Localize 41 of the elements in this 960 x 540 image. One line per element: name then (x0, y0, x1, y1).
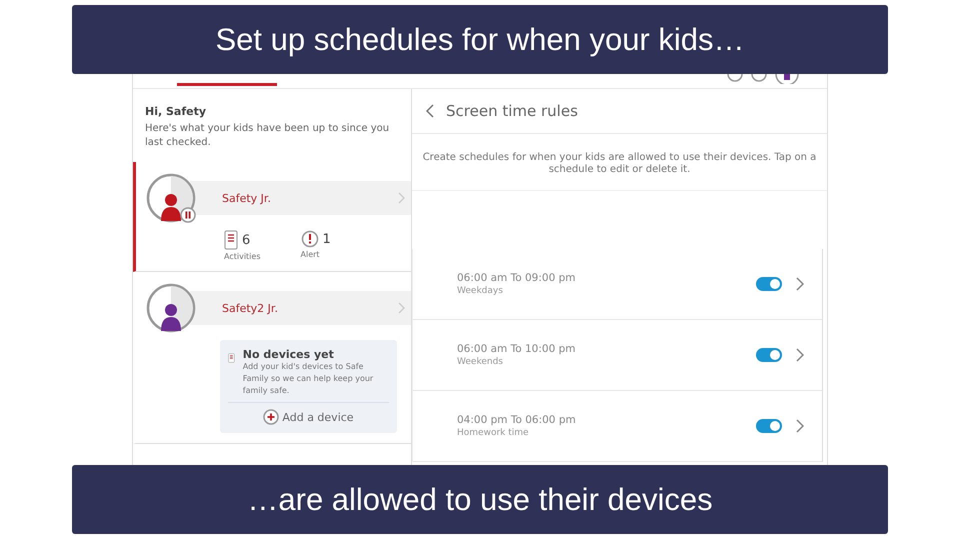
empty-text: Add your kid's devices to Safe Family so we can help keep your family safe. (242, 361, 374, 397)
alert-icon (300, 230, 318, 248)
chevron-icon (398, 192, 405, 204)
caption-text: Set up schedules for when your kids… (216, 22, 744, 58)
avatar-icon (775, 74, 799, 84)
schedule-row[interactable]: 06:00 am To 10:00 pm Weekends (413, 320, 822, 391)
plus-icon (263, 409, 280, 425)
stat-label: Activities (224, 252, 260, 261)
chevron-icon (796, 419, 804, 433)
kid-name-bar[interactable]: Safety2 Jr. (190, 291, 411, 325)
kid-name-bar[interactable]: Safety Jr. (190, 181, 411, 215)
chevron-icon (398, 302, 405, 314)
kid-name: Safety Jr. (222, 192, 271, 204)
schedule-label: Homework time (457, 428, 530, 438)
empty-title: No devices yet (242, 348, 335, 361)
stat-label: Alert (300, 250, 321, 259)
toggle-switch[interactable] (756, 348, 782, 362)
phone-list-icon (224, 230, 238, 250)
back-icon[interactable] (426, 104, 434, 118)
schedule-label: Weekdays (457, 286, 504, 296)
stat-count: 1 (322, 232, 331, 246)
caption-text: …are allowed to use their devices (247, 482, 713, 518)
chevron-icon (796, 277, 804, 291)
add-device-button[interactable]: Add a device (261, 407, 356, 427)
schedule-time: 06:00 am To 10:00 pm (457, 343, 576, 355)
toggle-switch[interactable] (756, 277, 782, 291)
panel-description: Create schedules for when your kids are allowed to use their devices. Tap on a schedule to edit or delete it. (412, 134, 827, 191)
schedule-row[interactable]: 06:00 am To 09:00 pm Weekdays (413, 249, 822, 320)
chevron-icon (796, 348, 804, 362)
stat-count: 6 (242, 232, 250, 248)
greeting-text: Here's what your kids have been up to since you last checked. (145, 122, 390, 150)
kid-card[interactable]: Safety Jr. 6 Activities 1 Alert (133, 162, 411, 272)
kid-card[interactable]: Safety2 Jr. No devices yet Add your kid's devices to Safe Family so we can help keep your family safe. Add a device (133, 272, 411, 444)
schedule-time: 04:00 pm To 06:00 pm (457, 414, 577, 426)
schedule-time: 06:00 am To 09:00 pm (457, 272, 576, 284)
schedule-row[interactable]: 04:00 pm To 06:00 pm Homework time (413, 391, 822, 462)
toggle-switch[interactable] (756, 419, 782, 433)
greeting-title: Hi, Safety (145, 105, 208, 118)
panel-title: Screen time rules (446, 102, 578, 120)
schedule-label: Weekends (457, 357, 504, 367)
kid-name: Safety2 Jr. (222, 302, 278, 314)
